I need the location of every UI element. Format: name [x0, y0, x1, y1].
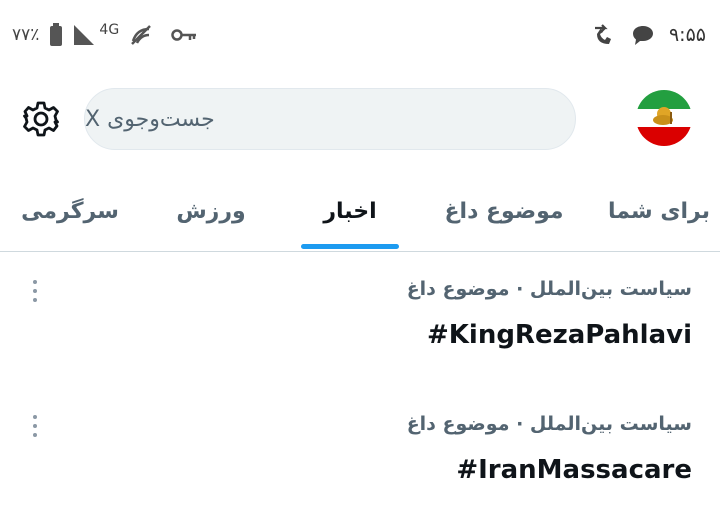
signal-icon [73, 24, 95, 46]
search-input[interactable]: جست‌وجوی X [84, 88, 576, 150]
tab-trending[interactable]: موضوع داغ [436, 172, 572, 250]
status-bar: ۷۷٪ 4G ۹:۵۵ [0, 0, 720, 70]
more-options-icon[interactable] [26, 278, 44, 304]
clock: ۹:۵۵ [668, 24, 706, 46]
trend-meta: سیاست بین‌الملل · موضوع داغ [406, 278, 692, 300]
trend-title: #KingRezaPahlavi [426, 320, 692, 350]
gear-icon[interactable] [22, 100, 60, 138]
search-placeholder: جست‌وجوی X [85, 106, 215, 132]
tab-for-you[interactable]: برای شما [606, 172, 712, 250]
tab-news[interactable]: اخبار [301, 172, 399, 250]
network-type: 4G [99, 22, 120, 38]
tab-entertainment[interactable]: سرگرمی [14, 172, 126, 250]
trend-meta: سیاست بین‌الملل · موضوع داغ [406, 413, 692, 435]
active-tab-indicator [301, 244, 399, 249]
call-forward-icon [591, 22, 617, 48]
battery-icon [49, 23, 63, 47]
trend-item[interactable]: سیاست بین‌الملل · موضوع داغ #KingRezaPah… [0, 278, 720, 398]
tab-sports[interactable]: ورزش [168, 172, 254, 250]
more-options-icon[interactable] [26, 413, 44, 439]
trend-item[interactable]: سیاست بین‌الملل · موضوع داغ #IranMassaca… [0, 413, 720, 522]
message-bubble-icon [631, 24, 655, 46]
trend-title: #IranMassacare [456, 455, 692, 485]
top-header: جست‌وجوی X [0, 82, 720, 158]
vpn-key-icon [171, 28, 197, 42]
status-bar-left: ۷۷٪ 4G [12, 22, 197, 48]
tab-bar: برای شما موضوع داغ اخبار ورزش سرگرمی [0, 172, 720, 252]
status-bar-right: ۹:۵۵ [591, 20, 706, 50]
battery-percent: ۷۷٪ [12, 25, 40, 45]
avatar[interactable] [636, 90, 692, 146]
data-saver-icon [129, 23, 153, 47]
